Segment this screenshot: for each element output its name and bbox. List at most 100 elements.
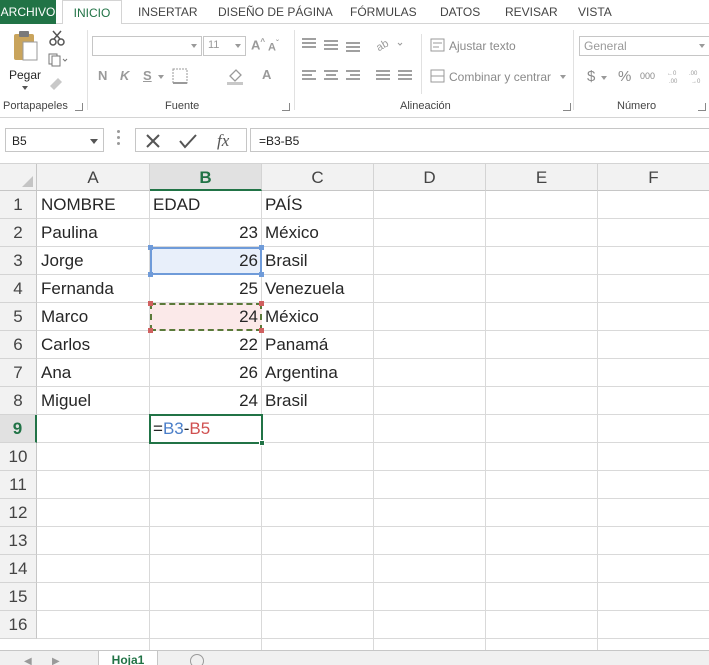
cell-b4[interactable]: 25 bbox=[150, 275, 258, 303]
tab-data[interactable]: DATOS bbox=[440, 0, 480, 24]
cell-c4[interactable]: Venezuela bbox=[265, 275, 344, 303]
insert-function-icon[interactable]: fx bbox=[216, 130, 238, 150]
increase-indent-icon[interactable] bbox=[398, 70, 412, 82]
clipboard-launcher-icon[interactable] bbox=[75, 103, 83, 111]
cell-c8[interactable]: Brasil bbox=[265, 387, 308, 415]
enter-check-icon[interactable] bbox=[178, 132, 198, 150]
row-header-10[interactable]: 10 bbox=[0, 443, 37, 471]
select-all-button[interactable] bbox=[0, 164, 37, 191]
format-painter-icon[interactable] bbox=[48, 74, 66, 90]
paste-button[interactable]: Pegar bbox=[6, 30, 44, 92]
row-header-5[interactable]: 5 bbox=[0, 303, 37, 331]
cell-c7[interactable]: Argentina bbox=[265, 359, 338, 387]
copy-icon[interactable] bbox=[48, 53, 68, 67]
row-header-1[interactable]: 1 bbox=[0, 191, 37, 219]
column-header-e[interactable]: E bbox=[486, 164, 598, 191]
font-color-button[interactable]: A bbox=[262, 67, 271, 82]
grow-font-button[interactable]: A^ bbox=[251, 37, 265, 52]
cell-b8[interactable]: 24 bbox=[150, 387, 258, 415]
number-launcher-icon[interactable] bbox=[698, 103, 706, 111]
drag-handle-icon[interactable] bbox=[117, 130, 120, 150]
tab-file[interactable]: ARCHIVO bbox=[0, 0, 56, 24]
row-header-16[interactable]: 16 bbox=[0, 611, 37, 639]
tab-formulas[interactable]: FÓRMULAS bbox=[350, 0, 417, 24]
row-header-8[interactable]: 8 bbox=[0, 387, 37, 415]
cell-a5[interactable]: Marco bbox=[41, 303, 88, 331]
decrease-indent-icon[interactable] bbox=[376, 70, 390, 82]
cell-c3[interactable]: Brasil bbox=[265, 247, 308, 275]
alignment-launcher-icon[interactable] bbox=[563, 103, 571, 111]
row-header-12[interactable]: 12 bbox=[0, 499, 37, 527]
row-header-11[interactable]: 11 bbox=[0, 471, 37, 499]
chevron-down-icon[interactable] bbox=[560, 75, 566, 79]
fill-color-icon[interactable] bbox=[226, 67, 244, 85]
cell-c6[interactable]: Panamá bbox=[265, 331, 328, 359]
cell-a7[interactable]: Ana bbox=[41, 359, 71, 387]
currency-button[interactable]: $ bbox=[587, 68, 595, 85]
row-header-4[interactable]: 4 bbox=[0, 275, 37, 303]
previous-sheet-icon[interactable]: ◀ bbox=[24, 656, 32, 665]
font-launcher-icon[interactable] bbox=[282, 103, 290, 111]
tab-insert[interactable]: INSERTAR bbox=[138, 0, 198, 24]
row-header-7[interactable]: 7 bbox=[0, 359, 37, 387]
row-header-9[interactable]: 9 bbox=[0, 415, 37, 443]
cell-c5[interactable]: México bbox=[265, 303, 319, 331]
column-header-a[interactable]: A bbox=[37, 164, 150, 191]
cell-b5[interactable]: 24 bbox=[150, 303, 258, 331]
cell-a2[interactable]: Paulina bbox=[41, 219, 98, 247]
wrap-text-icon[interactable] bbox=[430, 38, 445, 52]
merge-center-icon[interactable] bbox=[430, 69, 445, 83]
italic-button[interactable]: K bbox=[120, 68, 129, 83]
align-middle-icon[interactable] bbox=[324, 40, 338, 52]
row-header-15[interactable]: 15 bbox=[0, 583, 37, 611]
increase-decimal-icon[interactable]: ←0 .00 bbox=[667, 68, 683, 84]
cell-a8[interactable]: Miguel bbox=[41, 387, 91, 415]
tab-review[interactable]: REVISAR bbox=[505, 0, 558, 24]
column-header-f[interactable]: F bbox=[598, 164, 709, 191]
cell-b2[interactable]: 23 bbox=[150, 219, 258, 247]
cell-a4[interactable]: Fernanda bbox=[41, 275, 114, 303]
font-name-select[interactable] bbox=[92, 36, 202, 56]
tab-page-layout[interactable]: DISEÑO DE PÁGINA bbox=[218, 0, 333, 24]
cell-a3[interactable]: Jorge bbox=[41, 247, 84, 275]
row-header-6[interactable]: 6 bbox=[0, 331, 37, 359]
align-bottom-icon[interactable] bbox=[346, 42, 360, 54]
thousands-button[interactable]: 000 bbox=[640, 71, 655, 81]
column-header-d[interactable]: D bbox=[374, 164, 486, 191]
add-sheet-icon[interactable] bbox=[190, 654, 204, 665]
row-header-2[interactable]: 2 bbox=[0, 219, 37, 247]
tab-view[interactable]: VISTA bbox=[578, 0, 612, 24]
cell-c2[interactable]: México bbox=[265, 219, 319, 247]
column-header-b[interactable]: B bbox=[150, 164, 262, 191]
row-header-13[interactable]: 13 bbox=[0, 527, 37, 555]
name-box[interactable]: B5 bbox=[5, 128, 104, 152]
cell-b7[interactable]: 26 bbox=[150, 359, 258, 387]
cell-a1[interactable]: NOMBRE bbox=[41, 191, 116, 219]
cell-c1[interactable]: PAÍS bbox=[265, 191, 302, 219]
next-sheet-icon[interactable]: ▶ bbox=[52, 656, 60, 665]
cell-b9-editor[interactable]: =B3-B5 bbox=[153, 415, 210, 443]
align-right-icon[interactable] bbox=[346, 70, 360, 82]
formula-input[interactable]: =B3-B5 bbox=[250, 128, 709, 152]
percent-button[interactable]: % bbox=[618, 68, 631, 85]
chevron-down-icon[interactable] bbox=[158, 75, 164, 79]
column-header-c[interactable]: C bbox=[262, 164, 374, 191]
sheet-tab-hoja1[interactable]: Hoja1 bbox=[98, 651, 158, 665]
cell-b6[interactable]: 22 bbox=[150, 331, 258, 359]
decrease-decimal-icon[interactable]: .00 →0 bbox=[689, 68, 705, 84]
cancel-icon[interactable] bbox=[144, 132, 162, 150]
orientation-icon[interactable]: ab bbox=[376, 37, 404, 51]
wrap-text-button[interactable]: Ajustar texto bbox=[449, 39, 516, 53]
scissors-icon[interactable] bbox=[48, 30, 66, 46]
tab-home[interactable]: INICIO bbox=[62, 0, 122, 25]
cell-b1[interactable]: EDAD bbox=[153, 191, 200, 219]
align-top-icon[interactable] bbox=[302, 38, 316, 50]
row-header-14[interactable]: 14 bbox=[0, 555, 37, 583]
bold-button[interactable]: N bbox=[98, 68, 107, 83]
fill-handle[interactable] bbox=[259, 440, 265, 446]
underline-button[interactable]: S bbox=[143, 68, 152, 83]
shrink-font-button[interactable]: Aˇ bbox=[268, 39, 279, 54]
font-size-select[interactable]: 11 bbox=[203, 36, 246, 56]
cell-b3[interactable]: 26 bbox=[150, 247, 258, 275]
chevron-down-icon[interactable] bbox=[601, 76, 607, 80]
